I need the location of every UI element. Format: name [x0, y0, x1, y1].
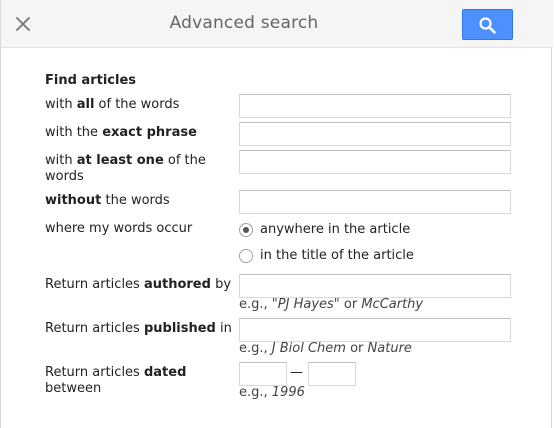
radio-selected-dot — [243, 227, 249, 233]
date-to-input[interactable] — [308, 362, 356, 386]
without-label: without the words — [45, 193, 170, 209]
published-label: Return articles published in — [45, 321, 232, 337]
radio-anywhere[interactable] — [239, 223, 253, 237]
label-bold: authored — [143, 277, 211, 292]
label-text: words — [45, 169, 84, 184]
at-least-one-input[interactable] — [239, 150, 511, 174]
search-button[interactable] — [462, 9, 513, 40]
all-words-label: with all of the words — [45, 97, 179, 113]
hint-example: PJ Hayes — [277, 297, 334, 312]
date-from-input[interactable] — [239, 362, 287, 386]
published-hint: e.g., J Biol Chem or Nature — [239, 341, 412, 356]
hint-text: e.g., — [239, 341, 272, 356]
exact-phrase-input[interactable] — [239, 122, 511, 146]
advanced-search-dialog: Advanced search Find articles with all o… — [0, 0, 553, 428]
occur-label: where my words occur — [45, 221, 193, 236]
label-text: of the words — [94, 97, 180, 112]
label-bold: without — [45, 193, 102, 208]
label-text: the words — [101, 193, 170, 208]
exact-phrase-label: with the exact phrase — [45, 125, 197, 141]
label-bold: dated — [143, 365, 187, 380]
label-bold: exact phrase — [102, 125, 197, 140]
label-bold: published — [143, 321, 216, 336]
hint-example: 1996 — [271, 385, 305, 400]
label-text: Return articles — [45, 321, 144, 336]
section-title: Find articles — [45, 73, 136, 88]
hint-text: or — [345, 341, 368, 356]
label-text: of the — [163, 153, 206, 168]
label-bold: at least one — [76, 153, 164, 168]
hint-text: e.g., — [239, 385, 272, 400]
hint-example: J Biol Chem — [271, 341, 346, 356]
authored-input[interactable] — [239, 274, 511, 298]
dated-label: Return articles dated between — [45, 365, 186, 397]
label-text: with — [45, 153, 77, 168]
label-text: Return articles — [45, 365, 144, 380]
authored-hint: e.g., "PJ Hayes" or McCarthy — [239, 297, 423, 312]
hint-example: McCarthy — [361, 297, 424, 312]
label-text: with the — [45, 125, 103, 140]
all-words-input[interactable] — [239, 94, 511, 118]
dialog-header: Advanced search — [1, 0, 553, 48]
radio-anywhere-label[interactable]: anywhere in the article — [260, 222, 410, 237]
without-input[interactable] — [239, 190, 511, 214]
label-bold: all — [76, 97, 95, 112]
hint-example: Nature — [367, 341, 412, 356]
label-text: by — [210, 277, 232, 292]
radio-title-label[interactable]: in the title of the article — [260, 248, 414, 263]
hint-text: e.g., " — [239, 297, 278, 312]
published-input[interactable] — [239, 318, 511, 342]
search-icon — [479, 17, 496, 34]
label-text: with — [45, 97, 77, 112]
at-least-one-label: with at least one of the words — [45, 153, 206, 185]
authored-label: Return articles authored by — [45, 277, 231, 293]
hint-text: " or — [333, 297, 362, 312]
label-text: Return articles — [45, 277, 144, 292]
dated-hint: e.g., 1996 — [239, 385, 305, 400]
label-text: between — [45, 381, 102, 396]
date-separator: — — [290, 365, 303, 380]
label-text: in — [215, 321, 232, 336]
dialog-title: Advanced search — [169, 13, 319, 33]
radio-title[interactable] — [239, 249, 253, 263]
